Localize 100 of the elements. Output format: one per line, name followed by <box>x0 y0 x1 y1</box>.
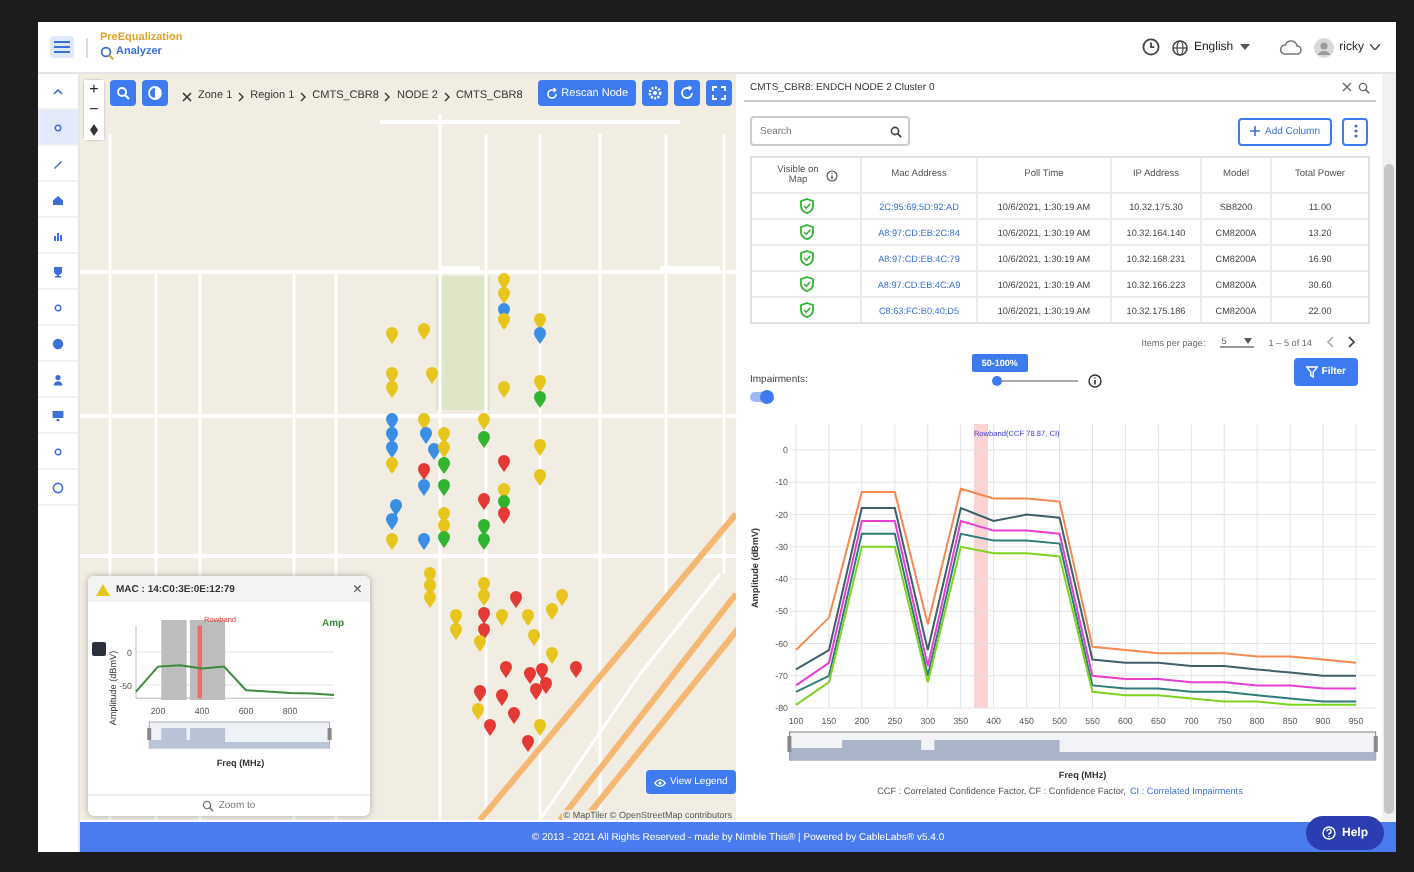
zoom-in-button[interactable]: + <box>84 80 104 100</box>
map-pin[interactable] <box>508 707 520 724</box>
warning-icon <box>96 583 110 595</box>
scrollbar[interactable] <box>1382 74 1396 822</box>
plus-icon <box>1250 126 1261 136</box>
shield-check-icon[interactable] <box>799 302 813 318</box>
contrast-icon <box>148 86 162 100</box>
compass-button[interactable] <box>84 120 104 140</box>
globe-icon <box>1171 39 1188 55</box>
monitor-icon <box>52 409 64 421</box>
map-pin[interactable] <box>438 479 450 496</box>
map-pin[interactable] <box>474 635 486 652</box>
settings-button[interactable] <box>642 80 668 106</box>
range-navigator[interactable] <box>147 721 332 749</box>
chevron-icon <box>384 91 391 101</box>
map-pin[interactable] <box>484 719 496 736</box>
chart-icon <box>52 229 64 241</box>
map-pin[interactable] <box>438 531 450 548</box>
close-icon[interactable] <box>1342 82 1352 92</box>
search-icon <box>116 86 130 100</box>
menu-button[interactable] <box>50 36 74 58</box>
map-pin[interactable] <box>536 663 548 680</box>
map-pin[interactable] <box>428 443 440 460</box>
more-button[interactable] <box>1342 117 1368 145</box>
map-pin[interactable] <box>478 607 490 624</box>
caret-icon <box>1244 338 1253 344</box>
menu-icon <box>54 40 70 54</box>
chevron-left-icon[interactable] <box>1326 336 1334 348</box>
map-pin[interactable] <box>524 667 536 684</box>
shield-check-icon[interactable] <box>799 276 813 292</box>
dot-icon <box>52 121 64 133</box>
map-pin[interactable] <box>478 431 490 448</box>
info-icon[interactable] <box>826 169 838 181</box>
shield-check-icon[interactable] <box>799 250 813 266</box>
contrast-button[interactable] <box>142 80 168 106</box>
chevron-icon <box>300 91 307 101</box>
map-pin[interactable] <box>534 391 546 408</box>
zoom-out-button[interactable]: − <box>84 100 104 120</box>
map-pin[interactable] <box>390 499 402 516</box>
range-navigator[interactable] <box>787 731 1378 761</box>
pencil-icon <box>52 157 64 169</box>
clock-icon[interactable] <box>1141 38 1160 56</box>
map-pin[interactable] <box>438 441 450 458</box>
avatar-icon <box>1313 37 1334 57</box>
close-icon[interactable] <box>182 91 192 101</box>
map-pin[interactable] <box>438 457 450 474</box>
fullscreen-button[interactable] <box>706 80 732 106</box>
info-icon[interactable] <box>1087 374 1102 388</box>
map-pin[interactable] <box>420 427 432 444</box>
settings-icon <box>648 86 662 100</box>
map-pin[interactable] <box>474 685 486 702</box>
map-pin[interactable] <box>534 313 546 330</box>
map-pin[interactable] <box>478 533 490 550</box>
search-icon[interactable] <box>1358 81 1370 93</box>
refresh-button[interactable] <box>674 80 700 106</box>
map-pin[interactable] <box>500 661 512 678</box>
map-pin[interactable] <box>478 493 490 510</box>
shield-check-icon[interactable] <box>799 198 813 214</box>
map-pin[interactable] <box>530 683 542 700</box>
map-pin[interactable] <box>386 427 398 444</box>
map-pin[interactable] <box>418 463 430 480</box>
fullscreen-icon <box>712 86 726 100</box>
map-pin[interactable] <box>570 661 582 678</box>
caret-icon <box>1239 44 1250 50</box>
map-pin[interactable] <box>386 413 398 430</box>
search-icon <box>890 125 902 137</box>
map-pin[interactable] <box>418 533 430 550</box>
map-pin[interactable] <box>418 479 430 496</box>
chevron-right-icon[interactable] <box>1348 336 1356 348</box>
cloud-icon[interactable] <box>1277 38 1302 56</box>
map-pin[interactable] <box>478 519 490 536</box>
close-button[interactable]: × <box>352 581 362 597</box>
magnifier-icon <box>100 45 114 60</box>
map-pin[interactable] <box>498 313 510 330</box>
map-pin[interactable] <box>522 735 534 752</box>
trophy-icon <box>52 265 64 277</box>
map-pin[interactable] <box>478 623 490 640</box>
map-pin[interactable] <box>498 455 510 472</box>
caret-icon <box>1370 44 1380 50</box>
impairments-toggle[interactable] <box>750 392 772 402</box>
chevron-icon <box>52 85 64 97</box>
map-pin[interactable] <box>418 413 430 430</box>
eye-icon <box>654 777 666 787</box>
map-pin[interactable] <box>386 513 398 530</box>
zoom-icon <box>202 800 215 812</box>
dot-icon <box>52 445 64 457</box>
map-pin[interactable] <box>498 507 510 524</box>
map-pin[interactable] <box>540 677 552 694</box>
map-pin[interactable] <box>534 327 546 344</box>
map-pin[interactable] <box>510 591 522 608</box>
search-button[interactable] <box>110 80 136 106</box>
slider-thumb[interactable] <box>992 376 1003 386</box>
chevron-icon <box>238 91 245 101</box>
legend-swatch <box>92 642 106 656</box>
shield-check-icon[interactable] <box>799 224 813 240</box>
map-pin[interactable] <box>496 689 508 706</box>
highlight-band-drawing <box>197 625 202 699</box>
map-pin[interactable] <box>386 441 398 458</box>
refresh-icon <box>680 86 694 100</box>
globe-icon <box>52 337 64 349</box>
